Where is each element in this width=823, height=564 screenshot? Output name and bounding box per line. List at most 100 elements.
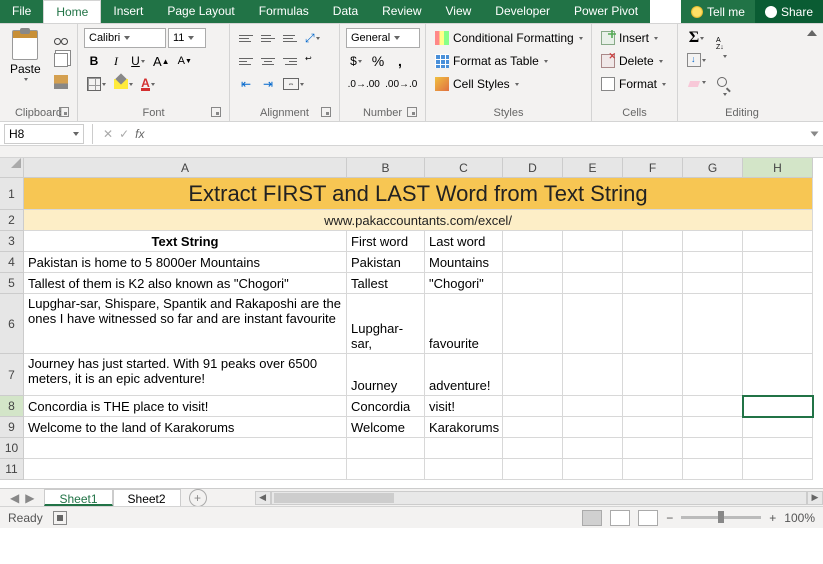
cell-B11[interactable] (347, 459, 425, 480)
orientation-button[interactable]: ⤢ (302, 28, 323, 48)
wrap-text-button[interactable]: ↩ (302, 51, 322, 71)
align-left-button[interactable] (236, 51, 256, 71)
cell-C7[interactable]: adventure! (425, 354, 503, 396)
cell-F4[interactable] (623, 252, 683, 273)
cell-C4[interactable]: Mountains (425, 252, 503, 273)
cell-G9[interactable] (683, 417, 743, 438)
borders-button[interactable] (84, 74, 109, 94)
cell-C8[interactable]: visit! (425, 396, 503, 417)
cell-D3[interactable] (503, 231, 563, 252)
cell-A4[interactable]: Pakistan is home to 5 8000er Mountains (24, 252, 347, 273)
decrease-indent-button[interactable]: ⇤ (236, 74, 256, 94)
row-header-1[interactable]: 1 (0, 178, 24, 210)
formula-input[interactable] (150, 124, 812, 143)
fill-button[interactable] (684, 50, 709, 70)
col-header-A[interactable]: A (24, 158, 347, 178)
scroll-left-button[interactable]: ◀ (255, 491, 271, 505)
new-sheet-button[interactable]: + (189, 489, 207, 506)
cell-G7[interactable] (683, 354, 743, 396)
name-box[interactable]: H8 (4, 124, 84, 144)
tab-developer[interactable]: Developer (483, 0, 562, 23)
cell-F6[interactable] (623, 294, 683, 354)
select-all-button[interactable] (0, 158, 24, 178)
currency-button[interactable]: $ (346, 51, 366, 71)
tab-view[interactable]: View (434, 0, 484, 23)
cell-F8[interactable] (623, 396, 683, 417)
percent-button[interactable]: % (368, 51, 388, 71)
cell-D5[interactable] (503, 273, 563, 294)
align-top-button[interactable] (236, 28, 256, 48)
cell-styles-button[interactable]: Cell Styles (432, 74, 592, 94)
cell-H7[interactable] (743, 354, 813, 396)
cell-B4[interactable]: Pakistan (347, 252, 425, 273)
cell-F11[interactable] (623, 459, 683, 480)
cell-F5[interactable] (623, 273, 683, 294)
hscroll-thumb[interactable] (274, 493, 394, 503)
row-header-4[interactable]: 4 (0, 252, 24, 273)
font-size-dropdown[interactable]: 11 (168, 28, 206, 48)
cell-C3[interactable]: Last word (425, 231, 503, 252)
zoom-level[interactable]: 100% (784, 511, 815, 525)
cell-G8[interactable] (683, 396, 743, 417)
insert-cells-button[interactable]: Insert (598, 28, 676, 48)
cell-A6[interactable]: Lupghar-sar, Shispare, Spantik and Rakap… (24, 294, 347, 354)
find-select-button[interactable] (712, 75, 736, 98)
fill-color-button[interactable] (111, 74, 136, 94)
cell-F9[interactable] (623, 417, 683, 438)
cell-B10[interactable] (347, 438, 425, 459)
cell-G11[interactable] (683, 459, 743, 480)
row-header-8[interactable]: 8 (0, 396, 24, 417)
collapse-ribbon-icon[interactable] (807, 30, 817, 36)
cell-C6[interactable]: favourite (425, 294, 503, 354)
cell-D10[interactable] (503, 438, 563, 459)
dialog-launcher-icon[interactable] (321, 107, 331, 117)
copy-button[interactable] (50, 50, 72, 70)
enter-formula-icon[interactable]: ✓ (119, 127, 129, 141)
increase-font-button[interactable]: A▲ (150, 51, 173, 71)
cell-B9[interactable]: Welcome (347, 417, 425, 438)
row-header-7[interactable]: 7 (0, 354, 24, 396)
conditional-formatting-button[interactable]: Conditional Formatting (432, 28, 592, 48)
zoom-in-button[interactable]: + (769, 511, 776, 525)
number-format-dropdown[interactable]: General (346, 28, 420, 48)
decrease-decimal-button[interactable]: .00→.0 (384, 74, 420, 94)
bold-button[interactable]: B (84, 51, 104, 71)
cell-H4[interactable] (743, 252, 813, 273)
merge-center-button[interactable]: ⇔ (280, 74, 307, 94)
cell-B3[interactable]: First word (347, 231, 425, 252)
cell-H6[interactable] (743, 294, 813, 354)
col-header-C[interactable]: C (425, 158, 503, 178)
cell-title[interactable]: Extract FIRST and LAST Word from Text St… (24, 178, 813, 210)
tab-insert[interactable]: Insert (101, 0, 155, 23)
align-bottom-button[interactable] (280, 28, 300, 48)
expand-formula-bar-icon[interactable] (811, 131, 819, 136)
font-color-button[interactable]: A (138, 74, 158, 94)
sheet-nav-next-icon[interactable]: ▶ (25, 491, 34, 505)
row-header-6[interactable]: 6 (0, 294, 24, 354)
clear-button[interactable] (684, 72, 709, 92)
cell-E4[interactable] (563, 252, 623, 273)
format-as-table-button[interactable]: Format as Table (432, 51, 592, 71)
cell-A5[interactable]: Tallest of them is K2 also known as "Cho… (24, 273, 347, 294)
cell-G10[interactable] (683, 438, 743, 459)
increase-decimal-button[interactable]: .0→.00 (346, 74, 382, 94)
cut-button[interactable] (50, 28, 72, 48)
dialog-launcher-icon[interactable] (407, 107, 417, 117)
cell-F3[interactable] (623, 231, 683, 252)
align-center-button[interactable] (258, 51, 278, 71)
cell-D11[interactable] (503, 459, 563, 480)
tab-power-pivot[interactable]: Power Pivot (562, 0, 650, 23)
cell-E8[interactable] (563, 396, 623, 417)
cell-C11[interactable] (425, 459, 503, 480)
cell-H9[interactable] (743, 417, 813, 438)
sheet-tab-1[interactable]: Sheet1 (44, 489, 112, 506)
cell-A10[interactable] (24, 438, 347, 459)
col-header-H[interactable]: H (743, 158, 813, 178)
cell-F10[interactable] (623, 438, 683, 459)
tab-data[interactable]: Data (321, 0, 370, 23)
cell-C9[interactable]: Karakorums (425, 417, 503, 438)
cell-C5[interactable]: "Chogori" (425, 273, 503, 294)
font-name-dropdown[interactable]: Calibri (84, 28, 166, 48)
sheet-nav-prev-icon[interactable]: ◀ (10, 491, 19, 505)
hscroll-track[interactable] (271, 491, 807, 505)
